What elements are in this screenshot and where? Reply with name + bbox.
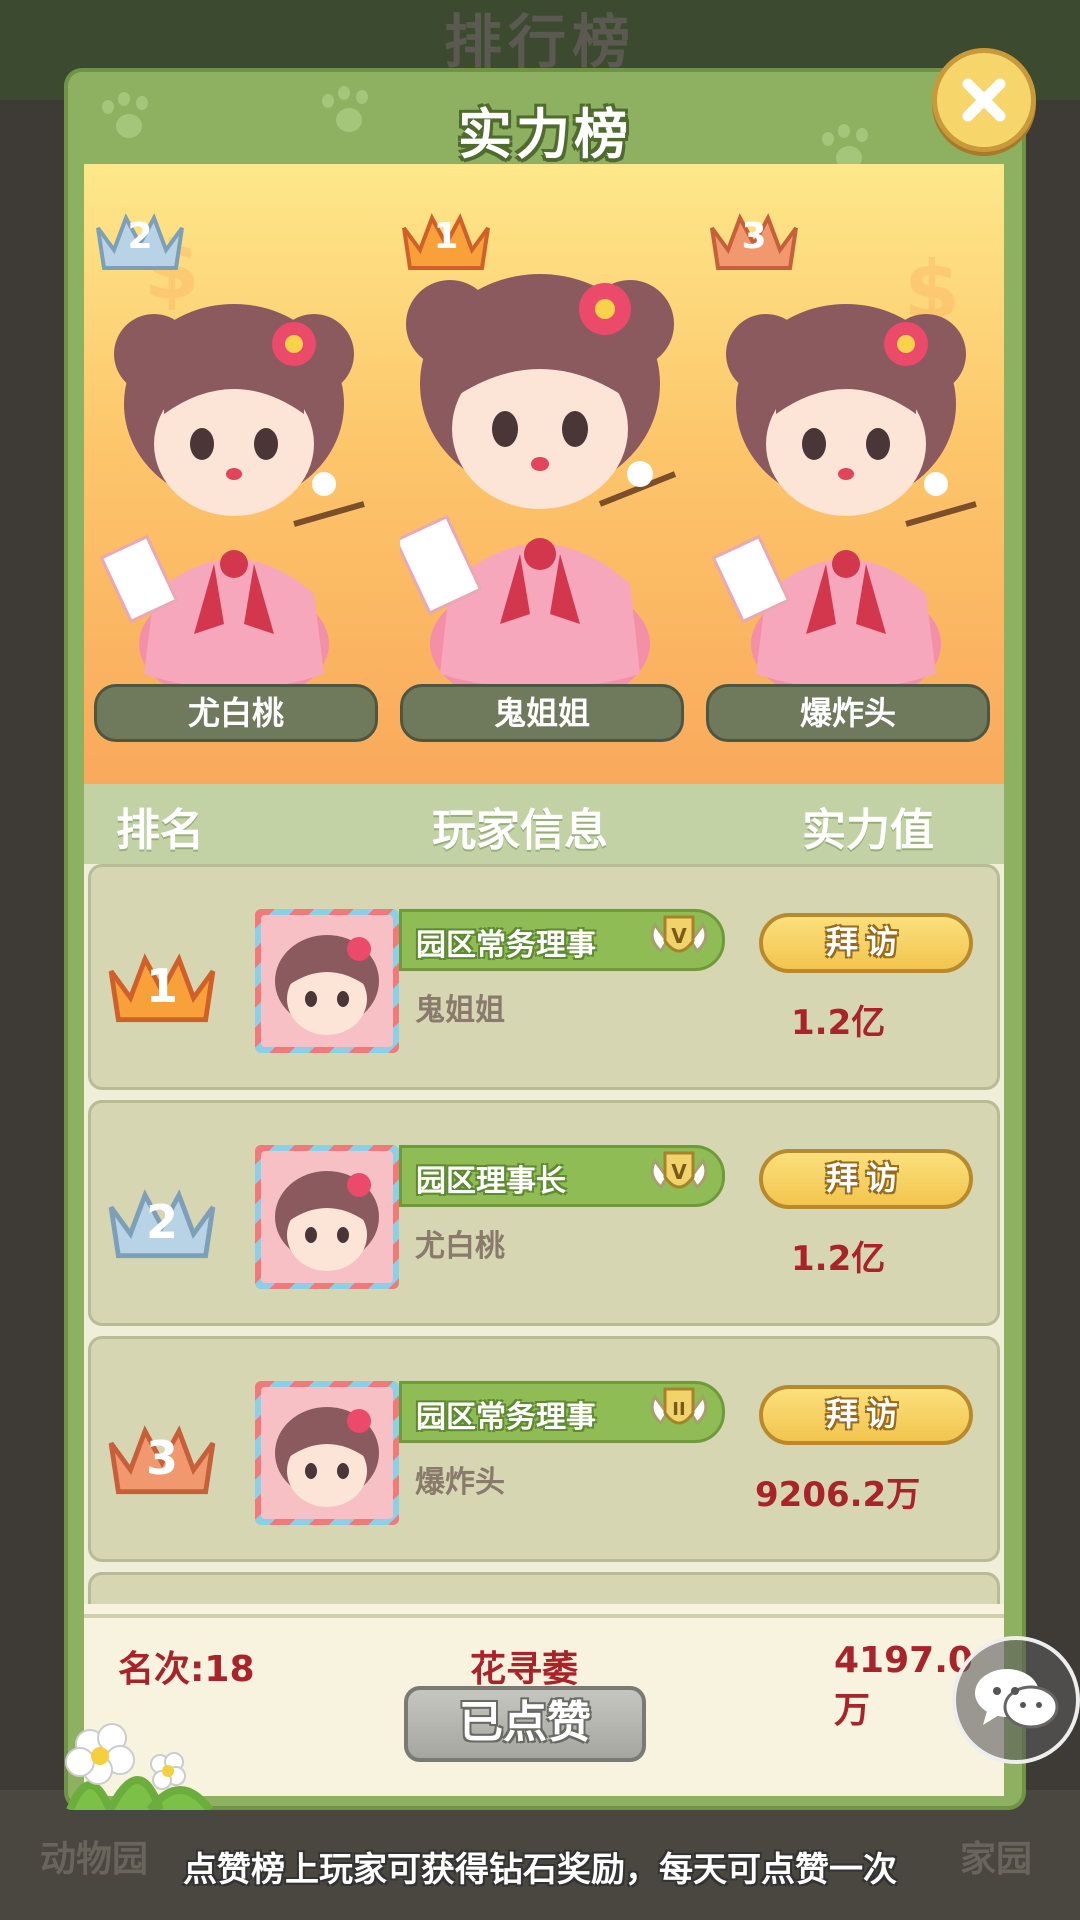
crown-silver-icon: 2	[103, 1183, 221, 1263]
crown-rank-number: 3	[741, 216, 767, 257]
top-three-podium: $ $ $ 2 尤白	[84, 164, 1004, 784]
avatar-portrait-icon	[275, 1171, 379, 1271]
player-name: 鬼姐姐	[415, 993, 505, 1028]
player-title: 园区常务理事	[416, 928, 596, 963]
vip-badge-icon: V	[647, 1147, 711, 1203]
my-name: 花寻萎	[470, 1649, 579, 1690]
header-player-info: 玩家信息	[432, 805, 608, 856]
visit-button[interactable]: 拜访	[759, 1385, 973, 1445]
podium-slot-second[interactable]: 2 尤白桃	[84, 164, 384, 784]
modal-title: 实力榜	[458, 103, 632, 166]
player-title: 园区理事长	[416, 1164, 566, 1199]
divider	[84, 1614, 1004, 1618]
player-avatar[interactable]	[255, 1145, 399, 1289]
crown-gold-icon: 1	[103, 947, 221, 1027]
player-power: 1.2亿	[791, 1003, 886, 1043]
crown-bronze-icon: 3	[103, 1419, 221, 1499]
podium-name-plate: 鬼姐姐	[400, 684, 684, 742]
list-header: 排名 玩家信息 实力值	[84, 784, 1004, 864]
podium-slot-third[interactable]: 3 爆炸头	[696, 164, 996, 784]
ranking-row: 1 园区常务理事 V 鬼姐姐 拜访 1.2亿	[88, 864, 1000, 1090]
player-power: 9206.2万	[755, 1475, 921, 1515]
close-button[interactable]	[932, 48, 1036, 152]
avatar-portrait-icon	[275, 1407, 379, 1507]
character-avatar	[99, 304, 365, 704]
vip-badge-icon: II	[647, 1383, 711, 1439]
podium-name-plate: 爆炸头	[706, 684, 990, 742]
flower-decoration-icon	[65, 1723, 214, 1810]
player-power: 1.2亿	[791, 1239, 886, 1279]
liked-button[interactable]: 已点赞	[404, 1686, 646, 1762]
chat-bubbles-icon	[975, 1669, 1059, 1729]
row-rank-number: 2	[145, 1195, 178, 1249]
character-avatar	[400, 274, 677, 709]
ranking-list[interactable]: 1 园区常务理事 V 鬼姐姐 拜访 1.2亿 2 园区理事长 V 尤白桃 拜访 …	[84, 864, 1004, 1604]
visit-button[interactable]: 拜访	[759, 913, 973, 973]
close-icon	[962, 78, 1006, 122]
row-rank-number: 1	[145, 959, 178, 1013]
avatar-portrait-icon	[275, 935, 379, 1035]
player-name: 爆炸头	[415, 1465, 505, 1500]
crown-rank-number: 2	[127, 216, 153, 257]
ranking-row: 3 园区常务理事 II 爆炸头 拜访 9206.2万	[88, 1336, 1000, 1562]
player-avatar[interactable]	[255, 909, 399, 1053]
visit-button[interactable]: 拜访	[759, 1149, 973, 1209]
ranking-row: 2 园区理事长 V 尤白桃 拜访 1.2亿	[88, 1100, 1000, 1326]
my-rank: 名次:18	[118, 1649, 255, 1690]
row-rank-number: 3	[145, 1431, 178, 1485]
podium-slot-first[interactable]: 1 鬼姐姐	[390, 164, 690, 784]
header-power: 实力值	[802, 805, 934, 856]
header-rank: 排名	[116, 805, 204, 856]
svg-text:V: V	[671, 1160, 687, 1184]
svg-text:V: V	[671, 924, 687, 948]
player-name: 尤白桃	[415, 1229, 505, 1264]
chat-button[interactable]	[952, 1636, 1080, 1764]
player-title: 园区常务理事	[416, 1400, 596, 1435]
vip-badge-icon: V	[647, 911, 711, 967]
podium-name-plate: 尤白桃	[94, 684, 378, 742]
character-avatar	[711, 304, 977, 704]
svg-text:II: II	[672, 1399, 685, 1420]
ranking-row	[88, 1572, 1000, 1604]
player-avatar[interactable]	[255, 1381, 399, 1525]
like-reward-tip: 点赞榜上玩家可获得钻石奖励，每天可点赞一次	[183, 1850, 897, 1890]
